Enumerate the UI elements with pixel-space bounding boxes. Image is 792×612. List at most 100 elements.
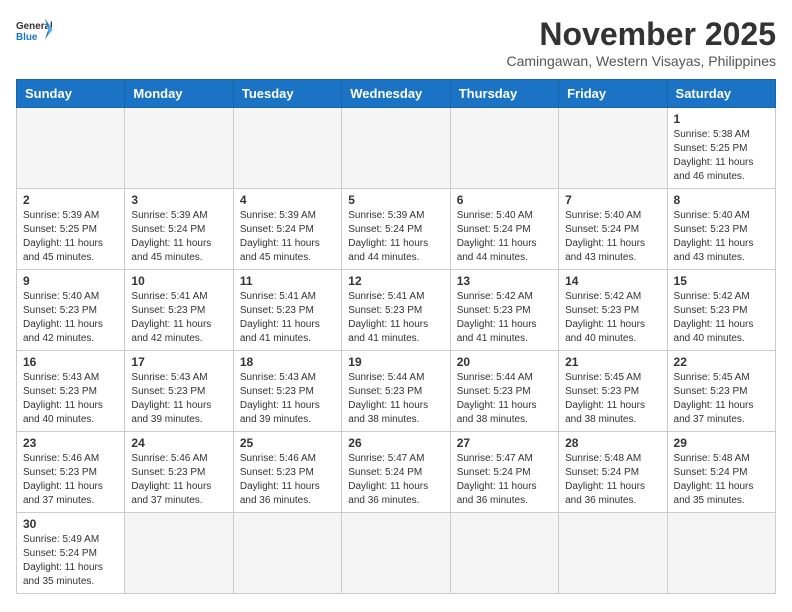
day-number: 27 [457,436,552,450]
logo: General Blue [16,16,52,44]
day-number: 30 [23,517,118,531]
calendar-cell: 19 Sunrise: 5:44 AM Sunset: 5:23 PM Dayli… [342,351,450,432]
day-number: 11 [240,274,335,288]
cell-info: Sunrise: 5:44 AM Sunset: 5:23 PM Dayligh… [457,371,552,427]
calendar-cell: 7Sunrise: 5:40 AM Sunset: 5:24 PM Daylig… [559,189,667,270]
day-number: 9 [23,274,118,288]
calendar-cell [559,108,667,189]
calendar-cell: 22Sunrise: 5:45 AM Sunset: 5:23 PM Dayli… [667,351,775,432]
calendar-cell: 29Sunrise: 5:48 AM Sunset: 5:24 PM Dayli… [667,432,775,513]
cell-info: Sunrise: 5:42 AM Sunset: 5:23 PM Dayligh… [674,290,769,346]
calendar-cell: 20Sunrise: 5:44 AM Sunset: 5:23 PM Dayli… [450,351,558,432]
calendar-week-row: 2 Sunrise: 5:39 AM Sunset: 5:25 PM Daylig… [17,189,776,270]
cell-info: Sunrise: 5:39 AM Sunset: 5:24 PM Dayligh… [131,209,226,265]
calendar-cell: 3 Sunrise: 5:39 AM Sunset: 5:24 PM Daylig… [125,189,233,270]
logo-icon: General Blue [16,16,52,44]
cell-info: Sunrise: 5:46 AM Sunset: 5:23 PM Dayligh… [240,452,335,508]
calendar-week-row: 9Sunrise: 5:40 AM Sunset: 5:23 PM Daylig… [17,270,776,351]
page-header: General Blue November 2025 Camingawan, W… [16,16,776,69]
calendar-cell: 10Sunrise: 5:41 AM Sunset: 5:23 PM Dayli… [125,270,233,351]
cell-info: Sunrise: 5:43 AM Sunset: 5:23 PM Dayligh… [131,371,226,427]
day-number: 22 [674,355,769,369]
cell-info: Sunrise: 5:44 AM Sunset: 5:23 PM Dayligh… [348,371,443,427]
day-number: 26 [348,436,443,450]
cell-info: Sunrise: 5:41 AM Sunset: 5:23 PM Dayligh… [348,290,443,346]
location: Camingawan, Western Visayas, Philippines [506,53,776,69]
cell-info: Sunrise: 5:42 AM Sunset: 5:23 PM Dayligh… [457,290,552,346]
cell-info: Sunrise: 5:40 AM Sunset: 5:23 PM Dayligh… [674,209,769,265]
day-number: 16 [23,355,118,369]
day-number: 14 [565,274,660,288]
calendar-cell: 9Sunrise: 5:40 AM Sunset: 5:23 PM Daylig… [17,270,125,351]
day-number: 19 [348,355,443,369]
day-number: 15 [674,274,769,288]
day-number: 17 [131,355,226,369]
day-number: 24 [131,436,226,450]
calendar-cell: 17 Sunrise: 5:43 AM Sunset: 5:23 PM Dayli… [125,351,233,432]
day-number: 1 [674,112,769,126]
calendar-cell: 18 Sunrise: 5:43 AM Sunset: 5:23 PM Dayli… [233,351,341,432]
calendar-cell: 8 Sunrise: 5:40 AM Sunset: 5:23 PM Daylig… [667,189,775,270]
calendar-table: SundayMondayTuesdayWednesdayThursdayFrid… [16,79,776,594]
day-header-tuesday: Tuesday [233,80,341,108]
calendar-cell [233,108,341,189]
day-number: 8 [674,193,769,207]
cell-info: Sunrise: 5:49 AM Sunset: 5:24 PM Dayligh… [23,533,118,589]
day-header-friday: Friday [559,80,667,108]
cell-info: Sunrise: 5:46 AM Sunset: 5:23 PM Dayligh… [23,452,118,508]
calendar-cell: 4 Sunrise: 5:39 AM Sunset: 5:24 PM Daylig… [233,189,341,270]
calendar-cell: 11 Sunrise: 5:41 AM Sunset: 5:23 PM Dayli… [233,270,341,351]
month-title: November 2025 [506,16,776,53]
calendar-cell: 30 Sunrise: 5:49 AM Sunset: 5:24 PM Dayli… [17,513,125,594]
day-number: 28 [565,436,660,450]
day-number: 21 [565,355,660,369]
calendar-cell [125,513,233,594]
day-header-monday: Monday [125,80,233,108]
day-number: 12 [348,274,443,288]
calendar-cell: 12 Sunrise: 5:41 AM Sunset: 5:23 PM Dayli… [342,270,450,351]
calendar-cell [450,513,558,594]
day-header-sunday: Sunday [17,80,125,108]
calendar-cell: 24 Sunrise: 5:46 AM Sunset: 5:23 PM Dayli… [125,432,233,513]
cell-info: Sunrise: 5:42 AM Sunset: 5:23 PM Dayligh… [565,290,660,346]
cell-info: Sunrise: 5:39 AM Sunset: 5:24 PM Dayligh… [240,209,335,265]
calendar-cell [559,513,667,594]
day-number: 3 [131,193,226,207]
calendar-cell [17,108,125,189]
calendar-cell: 14 Sunrise: 5:42 AM Sunset: 5:23 PM Dayli… [559,270,667,351]
cell-info: Sunrise: 5:47 AM Sunset: 5:24 PM Dayligh… [348,452,443,508]
cell-info: Sunrise: 5:43 AM Sunset: 5:23 PM Dayligh… [240,371,335,427]
calendar-cell [342,108,450,189]
calendar-cell: 28Sunrise: 5:48 AM Sunset: 5:24 PM Dayli… [559,432,667,513]
calendar-cell: 27 Sunrise: 5:47 AM Sunset: 5:24 PM Dayli… [450,432,558,513]
calendar-cell [342,513,450,594]
cell-info: Sunrise: 5:39 AM Sunset: 5:25 PM Dayligh… [23,209,118,265]
day-number: 5 [348,193,443,207]
day-number: 7 [565,193,660,207]
calendar-cell: 23 Sunrise: 5:46 AM Sunset: 5:23 PM Dayli… [17,432,125,513]
day-number: 18 [240,355,335,369]
calendar-week-row: 30 Sunrise: 5:49 AM Sunset: 5:24 PM Dayli… [17,513,776,594]
calendar-cell: 13Sunrise: 5:42 AM Sunset: 5:23 PM Dayli… [450,270,558,351]
svg-text:Blue: Blue [16,32,38,43]
cell-info: Sunrise: 5:38 AM Sunset: 5:25 PM Dayligh… [674,128,769,184]
cell-info: Sunrise: 5:47 AM Sunset: 5:24 PM Dayligh… [457,452,552,508]
day-header-thursday: Thursday [450,80,558,108]
calendar-cell: 21Sunrise: 5:45 AM Sunset: 5:23 PM Dayli… [559,351,667,432]
day-number: 4 [240,193,335,207]
cell-info: Sunrise: 5:43 AM Sunset: 5:23 PM Dayligh… [23,371,118,427]
cell-info: Sunrise: 5:39 AM Sunset: 5:24 PM Dayligh… [348,209,443,265]
calendar-week-row: 16 Sunrise: 5:43 AM Sunset: 5:23 PM Dayli… [17,351,776,432]
cell-info: Sunrise: 5:46 AM Sunset: 5:23 PM Dayligh… [131,452,226,508]
day-number: 23 [23,436,118,450]
calendar-week-row: 1 Sunrise: 5:38 AM Sunset: 5:25 PM Daylig… [17,108,776,189]
calendar-cell: 26 Sunrise: 5:47 AM Sunset: 5:24 PM Dayli… [342,432,450,513]
calendar-cell: 6Sunrise: 5:40 AM Sunset: 5:24 PM Daylig… [450,189,558,270]
cell-info: Sunrise: 5:41 AM Sunset: 5:23 PM Dayligh… [240,290,335,346]
day-number: 2 [23,193,118,207]
calendar-cell: 1 Sunrise: 5:38 AM Sunset: 5:25 PM Daylig… [667,108,775,189]
cell-info: Sunrise: 5:40 AM Sunset: 5:24 PM Dayligh… [457,209,552,265]
calendar-cell: 15 Sunrise: 5:42 AM Sunset: 5:23 PM Dayli… [667,270,775,351]
day-header-wednesday: Wednesday [342,80,450,108]
calendar-cell: 2 Sunrise: 5:39 AM Sunset: 5:25 PM Daylig… [17,189,125,270]
